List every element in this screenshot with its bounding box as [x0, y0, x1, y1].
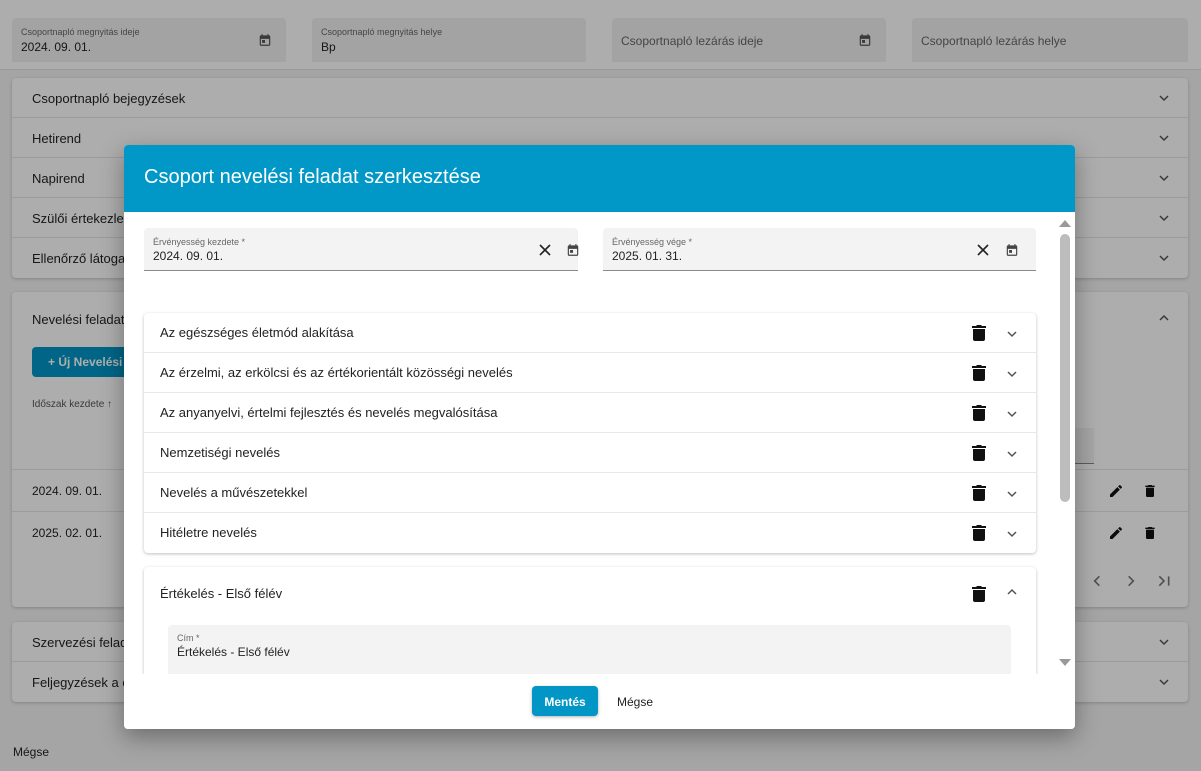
clear-icon[interactable]	[539, 244, 551, 256]
chevron-down-icon[interactable]	[1006, 448, 1018, 460]
validity-end-field[interactable]: Érvényesség vége * 2025. 01. 31.	[603, 228, 1036, 271]
validity-end-label: Érvényesség vége *	[612, 237, 693, 247]
dialog-title: Csoport nevelési feladat szerkesztése	[124, 145, 1075, 212]
validity-start-field[interactable]: Érvényesség kezdete * 2024. 09. 01.	[144, 228, 580, 271]
delete-icon[interactable]	[972, 524, 986, 541]
chevron-down-icon[interactable]	[1006, 528, 1018, 540]
chevron-down-icon[interactable]	[1006, 408, 1018, 420]
edit-dialog: Csoport nevelési feladat szerkesztése Ér…	[124, 145, 1075, 729]
dialog-footer: Mentés Mégse	[124, 674, 1075, 729]
task-label: Az érzelmi, az erkölcsi és az értékorien…	[160, 365, 513, 380]
task-item[interactable]: Nevelés a művészetekkel	[144, 473, 1036, 513]
delete-icon[interactable]	[972, 484, 986, 501]
validity-start-value: 2024. 09. 01.	[153, 249, 224, 263]
scroll-down-arrow-icon[interactable]	[1059, 659, 1071, 666]
delete-icon[interactable]	[972, 444, 986, 461]
evaluation-panel: Értékelés - Első félév Cím * Értékelés -…	[144, 567, 1036, 674]
task-list: Az egészséges életmód alakítása Az érzel…	[144, 313, 1036, 553]
delete-icon[interactable]	[972, 324, 986, 341]
chevron-down-icon[interactable]	[1006, 328, 1018, 340]
cim-value: Értékelés - Első félév	[177, 645, 290, 659]
task-label: Nevelés a művészetekkel	[160, 485, 308, 500]
delete-icon[interactable]	[972, 364, 986, 381]
evaluation-title-field[interactable]: Cím * Értékelés - Első félév	[168, 625, 1011, 674]
task-label: Az egészséges életmód alakítása	[160, 325, 354, 340]
chevron-down-icon[interactable]	[1006, 488, 1018, 500]
dialog-scrollbar[interactable]	[1059, 220, 1071, 666]
clear-icon[interactable]	[977, 244, 989, 256]
task-item[interactable]: Az egészséges életmód alakítása	[144, 313, 1036, 353]
delete-icon[interactable]	[972, 404, 986, 421]
calendar-icon[interactable]	[1005, 243, 1019, 257]
scrollbar-thumb[interactable]	[1060, 234, 1070, 502]
task-item[interactable]: Nemzetiségi nevelés	[144, 433, 1036, 473]
save-button[interactable]: Mentés	[532, 686, 598, 716]
cancel-button[interactable]: Mégse	[608, 686, 662, 716]
evaluation-title[interactable]: Értékelés - Első félév	[160, 586, 282, 601]
task-label: Az anyanyelvi, értelmi fejlesztés és nev…	[160, 405, 498, 420]
task-item[interactable]: Hitéletre nevelés	[144, 513, 1036, 553]
validity-start-label: Érvényesség kezdete *	[153, 237, 246, 247]
task-item[interactable]: Az érzelmi, az erkölcsi és az értékorien…	[144, 353, 1036, 393]
chevron-down-icon[interactable]	[1006, 368, 1018, 380]
task-label: Nemzetiségi nevelés	[160, 445, 280, 460]
validity-end-value: 2025. 01. 31.	[612, 249, 683, 263]
calendar-icon[interactable]	[566, 243, 580, 257]
cim-label: Cím *	[177, 633, 200, 643]
scroll-up-arrow-icon[interactable]	[1059, 220, 1071, 227]
dialog-body: Érvényesség kezdete * 2024. 09. 01. Érvé…	[124, 212, 1075, 674]
task-label: Hitéletre nevelés	[160, 525, 257, 540]
task-item[interactable]: Az anyanyelvi, értelmi fejlesztés és nev…	[144, 393, 1036, 433]
delete-icon[interactable]	[972, 585, 986, 602]
chevron-up-icon[interactable]	[1006, 586, 1018, 598]
